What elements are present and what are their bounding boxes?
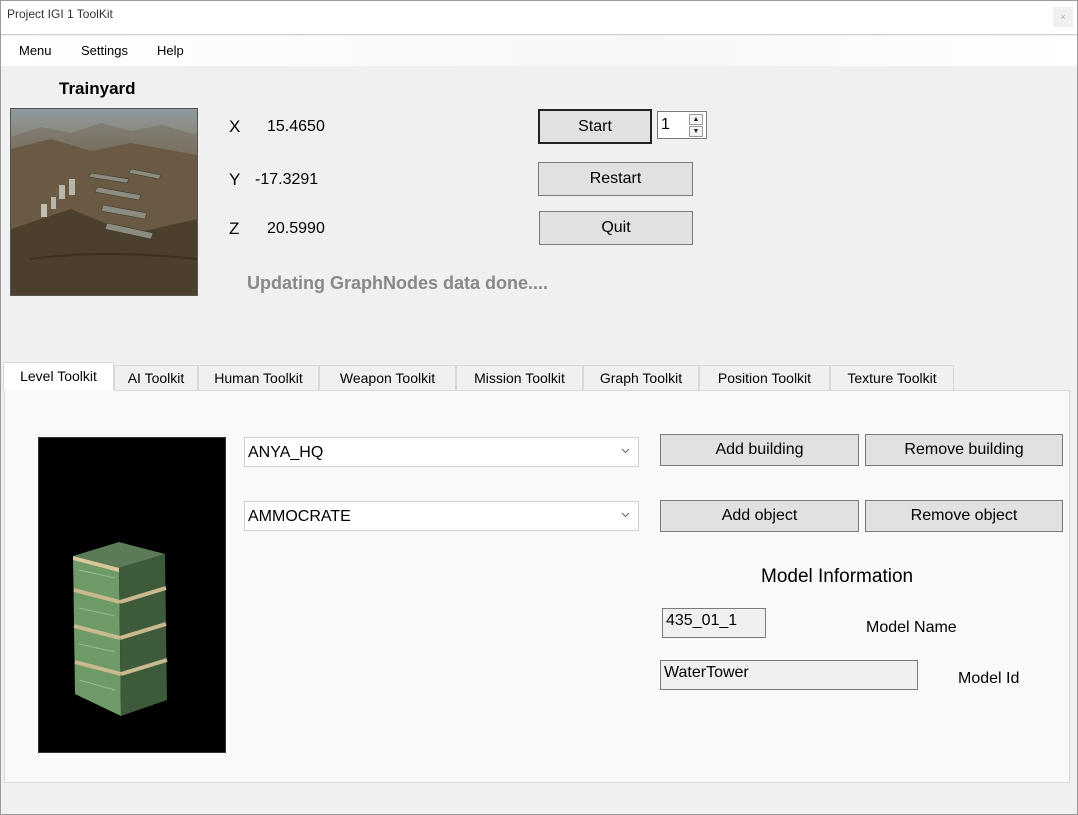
title-bar: Project IGI 1 ToolKit × [1,1,1077,35]
tab-graph-toolkit[interactable]: Graph Toolkit [583,365,699,391]
restart-button[interactable]: Restart [538,162,693,196]
tab-texture-toolkit[interactable]: Texture Toolkit [830,365,954,391]
model-id-label: Model Id [958,670,1020,687]
quit-button[interactable]: Quit [539,211,693,245]
model-name-field[interactable]: 435_01_1 [662,608,766,638]
tab-level-toolkit[interactable]: Level Toolkit [3,362,114,391]
tab-ai-toolkit[interactable]: AI Toolkit [114,365,198,391]
tab-human-toolkit[interactable]: Human Toolkit [198,365,319,391]
start-count-spinner[interactable]: 1 ▲ ▼ [657,111,707,139]
ammo-crate-icon [73,542,168,716]
status-message: Updating GraphNodes data done.... [247,273,549,293]
z-label: Z [229,219,240,238]
menu-item-menu[interactable]: Menu [19,43,52,58]
chevron-down-icon [621,448,630,454]
add-object-button[interactable]: Add object [660,500,859,532]
model-id-field[interactable]: WaterTower [660,660,918,690]
tab-mission-toolkit[interactable]: Mission Toolkit [456,365,583,391]
menu-item-settings[interactable]: Settings [81,43,128,58]
x-label: X [229,117,241,136]
terrain-icon [11,123,197,295]
model-information-heading: Model Information [761,566,914,587]
remove-object-button[interactable]: Remove object [865,500,1063,532]
level-thumbnail-image [10,108,198,296]
close-button[interactable]: × [1053,7,1073,27]
object-select[interactable]: AMMOCRATE [244,501,639,531]
spin-down-icon[interactable]: ▼ [689,126,703,137]
tab-position-toolkit[interactable]: Position Toolkit [699,365,830,391]
menu-bar: Menu Settings Help [1,36,1077,66]
y-label: Y [229,170,241,189]
window-title: Project IGI 1 ToolKit [7,7,113,21]
main-window: Project IGI 1 ToolKit × Menu Settings He… [0,0,1078,815]
chevron-down-icon [621,512,630,518]
model-name-label: Model Name [866,619,957,636]
x-value: 15.4650 [267,118,325,135]
add-building-button[interactable]: Add building [660,434,859,466]
menu-item-help[interactable]: Help [157,43,184,58]
building-select[interactable]: ANYA_HQ [244,437,639,467]
remove-building-button[interactable]: Remove building [865,434,1063,466]
start-button[interactable]: Start [538,109,652,144]
tab-weapon-toolkit[interactable]: Weapon Toolkit [319,365,456,391]
spinner-value: 1 [661,116,670,133]
y-value: -17.3291 [255,171,319,188]
spin-up-icon[interactable]: ▲ [689,114,703,125]
building-select-value: ANYA_HQ [248,444,324,461]
object-select-value: AMMOCRATE [248,508,351,525]
model-preview-image [38,437,226,753]
z-value: 20.5990 [267,220,325,237]
level-name: Trainyard [59,79,136,98]
